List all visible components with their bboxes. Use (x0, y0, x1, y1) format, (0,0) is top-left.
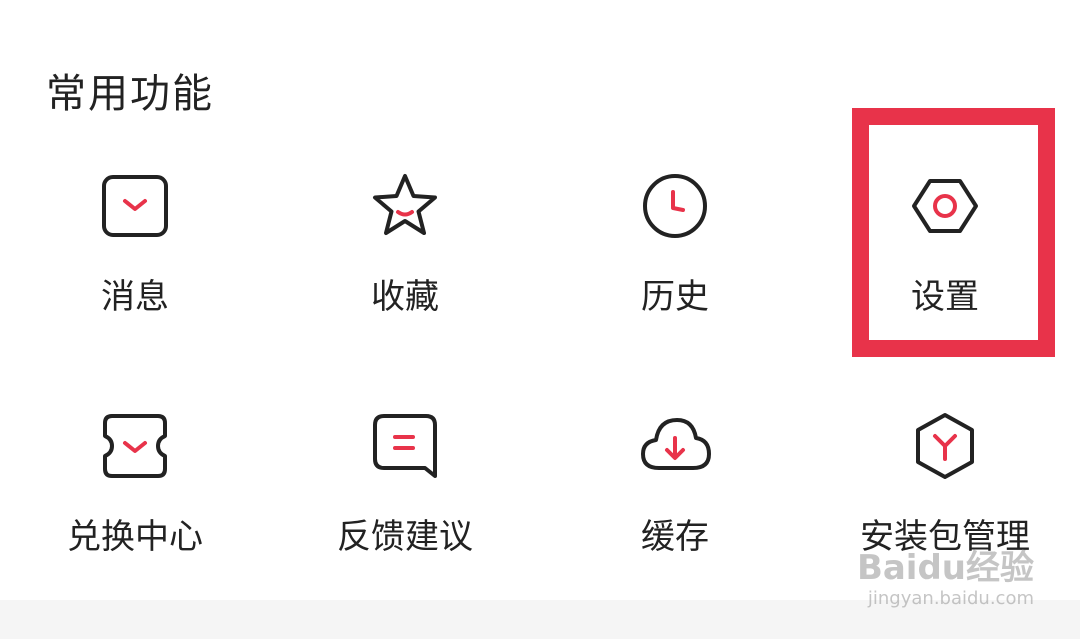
cloud-download-icon (641, 418, 711, 470)
label-favorites: 收藏 (371, 277, 439, 317)
star-icon (373, 174, 437, 235)
ticket-icon (103, 414, 167, 478)
grid-item-settings[interactable]: 设置 (810, 170, 1080, 370)
label-package-manager: 安装包管理 (860, 517, 1030, 557)
grid-item-favorites[interactable]: 收藏 (270, 170, 540, 370)
label-messages: 消息 (101, 277, 169, 317)
label-feedback: 反馈建议 (337, 517, 473, 557)
clock-icon (643, 174, 707, 238)
grid-item-package-manager[interactable]: 安装包管理 (810, 410, 1080, 610)
feedback-icon (373, 414, 437, 478)
label-cache: 缓存 (641, 517, 709, 557)
grid-item-history[interactable]: 历史 (540, 170, 810, 370)
grid-item-redeem-center[interactable]: 兑换中心 (0, 410, 270, 610)
package-icon (916, 413, 974, 479)
label-redeem-center: 兑换中心 (67, 517, 203, 557)
label-settings: 设置 (911, 277, 979, 317)
grid-item-feedback[interactable]: 反馈建议 (270, 410, 540, 610)
message-icon (102, 175, 168, 237)
grid-item-messages[interactable]: 消息 (0, 170, 270, 370)
settings-icon (912, 179, 978, 233)
label-history: 历史 (641, 277, 709, 317)
bottom-divider-strip (0, 600, 1080, 639)
section-title: 常用功能 (46, 71, 214, 117)
grid-item-cache[interactable]: 缓存 (540, 410, 810, 610)
